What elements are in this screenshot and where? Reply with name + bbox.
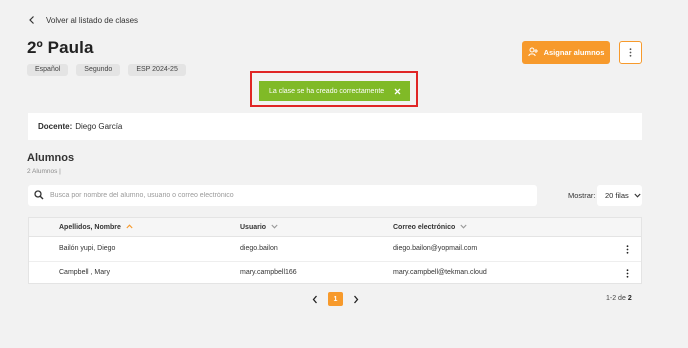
page-range: 1-2 de 2 <box>606 295 632 302</box>
success-toast: La clase se ha creado correctamente <box>259 81 410 101</box>
kebab-icon <box>629 44 632 62</box>
more-options-button[interactable] <box>619 41 642 64</box>
cell-name: Campbell , Mary <box>59 269 110 276</box>
teacher-name: Diego García <box>75 122 123 131</box>
range-prefix: 1-2 de <box>606 295 626 302</box>
page-title: 2º Paula <box>27 38 94 57</box>
cell-name: Bailón yupi, Diego <box>59 245 116 252</box>
cell-user: diego.bailon <box>240 245 278 252</box>
cell-user: mary.campbell166 <box>240 269 297 276</box>
per-page-select[interactable]: 20 filas <box>597 185 642 206</box>
table-row[interactable]: Campbell , Mary mary.campbell166 mary.ca… <box>29 261 641 284</box>
class-tags: Español Segundo ESP 2024-25 <box>27 64 186 76</box>
page-current[interactable]: 1 <box>328 292 343 306</box>
column-label: Correo electrónico <box>393 224 456 231</box>
teacher-label: Docente: <box>38 122 73 131</box>
tag-code: ESP 2024-25 <box>128 64 186 76</box>
per-page-label: Mostrar: <box>568 191 596 200</box>
chevron-down-icon <box>460 224 467 231</box>
tag-language: Español <box>27 64 69 76</box>
close-icon[interactable] <box>392 86 402 96</box>
tag-grade: Segundo <box>76 64 121 76</box>
column-label: Apellidos, Nombre <box>59 224 121 231</box>
pagination: 1 <box>310 292 361 306</box>
students-table: Apellidos, Nombre Usuario Correo electró… <box>28 217 642 284</box>
back-link-label: Volver al listado de clases <box>46 15 139 25</box>
chevron-up-icon <box>126 224 133 231</box>
search-icon <box>34 187 44 205</box>
per-page-value: 20 filas <box>605 191 629 200</box>
cell-email: mary.campbell@tekman.cloud <box>393 269 487 276</box>
assign-students-button[interactable]: Asignar alumnos <box>522 41 610 64</box>
students-count: 2 Alumnos | <box>27 168 61 175</box>
cell-email: diego.bailon@yopmail.com <box>393 245 478 252</box>
column-label: Usuario <box>240 224 267 231</box>
search-input[interactable] <box>50 192 520 199</box>
table-header: Apellidos, Nombre Usuario Correo electró… <box>29 218 641 237</box>
next-page-icon[interactable] <box>351 293 361 305</box>
column-header-user[interactable]: Usuario <box>240 224 278 231</box>
row-menu-icon[interactable] <box>623 267 631 279</box>
students-title: Alumnos <box>27 152 75 164</box>
column-header-name[interactable]: Apellidos, Nombre <box>59 224 133 231</box>
range-total: 2 <box>627 295 632 302</box>
column-header-email[interactable]: Correo electrónico <box>393 224 467 231</box>
chevron-down-icon <box>634 191 641 200</box>
chevron-down-icon <box>271 224 278 231</box>
toast-message: La clase se ha creado correctamente <box>269 87 385 95</box>
row-menu-icon[interactable] <box>623 243 631 255</box>
table-row[interactable]: Bailón yupi, Diego diego.bailon diego.ba… <box>29 238 641 261</box>
chevron-left-icon <box>28 14 38 26</box>
add-user-icon <box>527 47 538 59</box>
assign-students-label: Asignar alumnos <box>543 48 605 57</box>
prev-page-icon[interactable] <box>310 293 320 305</box>
teacher-card: Docente: Diego García <box>28 113 642 140</box>
back-link[interactable]: Volver al listado de clases <box>28 14 138 26</box>
search-box <box>28 185 537 206</box>
